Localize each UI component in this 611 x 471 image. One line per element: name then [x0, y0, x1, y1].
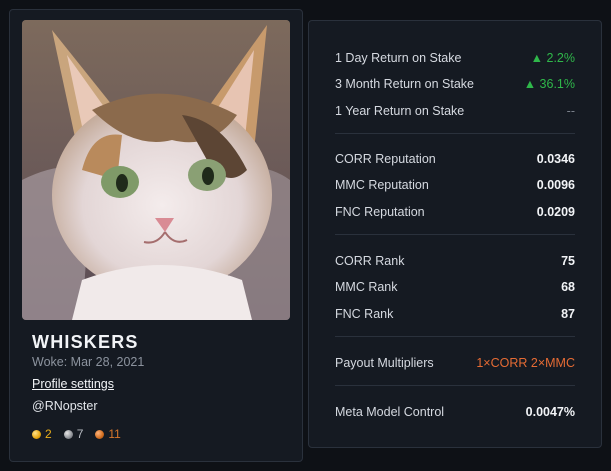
cat-photo [22, 20, 290, 320]
stat-label: CORR Reputation [335, 152, 436, 166]
silver-medal: 7 [63, 427, 84, 441]
bronze-medal-count: 11 [108, 427, 121, 441]
stat-row-1y-return: 1 Year Return on Stake -- [335, 104, 575, 118]
profile-settings-link[interactable]: Profile settings [32, 377, 114, 391]
user-handle: @RNopster [32, 399, 98, 413]
gold-medal-icon [32, 429, 41, 439]
bronze-medal: 11 [95, 427, 121, 441]
stat-label: FNC Reputation [335, 205, 425, 219]
woke-date: Woke: Mar 28, 2021 [32, 355, 145, 369]
gold-medal-count: 2 [45, 427, 52, 441]
medals: 2 7 11 [32, 427, 121, 441]
stat-label: Meta Model Control [335, 405, 445, 419]
divider [335, 133, 575, 134]
stat-label: 3 Month Return on Stake [335, 77, 474, 91]
divider [335, 336, 575, 337]
stat-label: MMC Reputation [335, 178, 429, 192]
stat-label: CORR Rank [335, 254, 405, 268]
silver-medal-count: 7 [76, 427, 84, 441]
bronze-medal-icon [95, 429, 105, 439]
stat-label: FNC Rank [335, 307, 394, 321]
stat-row-mmc-rank: MMC Rank 68 [335, 280, 575, 294]
stat-value: 0.0047% [525, 405, 575, 419]
stat-row-payout-multipliers: Payout Multipliers 1×CORR 2×MMC [335, 356, 575, 370]
stat-value: 0.0096 [536, 178, 575, 192]
stat-row-3m-return: 3 Month Return on Stake ▲ 36.1% [335, 77, 575, 91]
stat-row-corr-rank: CORR Rank 75 [335, 254, 575, 268]
stat-row-meta-model-control: Meta Model Control 0.0047% [335, 405, 575, 419]
stat-value: ▲ 2.2% [530, 51, 575, 65]
stat-label: 1 Year Return on Stake [335, 104, 465, 118]
avatar [22, 20, 290, 320]
gold-medal: 2 [32, 427, 52, 441]
stat-value: 87 [561, 307, 575, 321]
username: WHISKERS [32, 332, 139, 352]
stat-row-1d-return: 1 Day Return on Stake ▲ 2.2% [335, 51, 575, 65]
stat-row-mmc-reputation: MMC Reputation 0.0096 [335, 178, 575, 192]
profile-card: WHISKERS Woke: Mar 28, 2021 Profile sett… [9, 9, 303, 462]
stat-value: 68 [561, 280, 575, 294]
silver-medal-icon [63, 429, 73, 439]
stat-row-fnc-reputation: FNC Reputation 0.0209 [335, 205, 575, 219]
divider [335, 234, 575, 235]
stat-row-corr-reputation: CORR Reputation 0.0346 [335, 152, 575, 166]
stat-label: 1 Day Return on Stake [335, 51, 462, 65]
stat-value: ▲ 36.1% [523, 77, 575, 91]
stat-label: MMC Rank [335, 280, 398, 294]
stat-value: -- [566, 104, 575, 118]
stat-value: 1×CORR 2×MMC [476, 356, 575, 370]
divider [335, 385, 575, 386]
stat-label: Payout Multipliers [335, 356, 434, 370]
stats-card: 1 Day Return on Stake ▲ 2.2% 3 Month Ret… [308, 20, 602, 448]
stat-value: 75 [561, 254, 575, 268]
stat-value: 0.0209 [536, 205, 575, 219]
stat-row-fnc-rank: FNC Rank 87 [335, 307, 575, 321]
stat-value: 0.0346 [536, 152, 575, 166]
